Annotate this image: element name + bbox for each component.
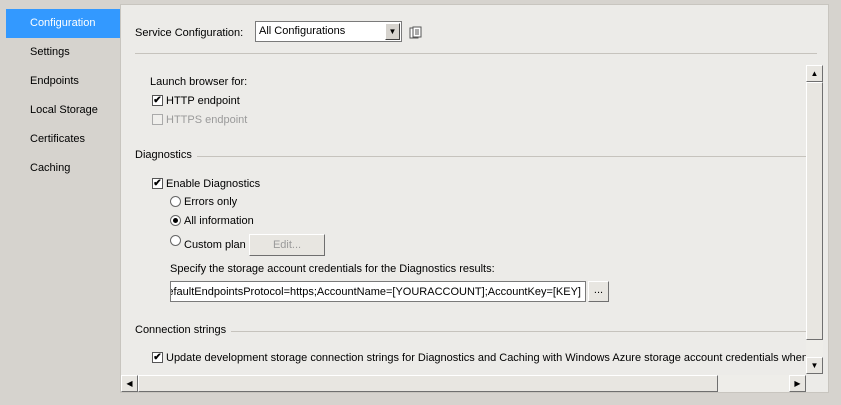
sidebar-item-endpoints[interactable]: Endpoints: [6, 67, 120, 96]
connection-strings-section-label: Connection strings: [135, 324, 227, 336]
service-configuration-select[interactable]: All Configurations ▼: [255, 21, 402, 42]
storage-credentials-field[interactable]: DefaultEndpointsProtocol=https;AccountNa…: [170, 281, 586, 302]
sidebar-item-caching[interactable]: Caching: [6, 154, 120, 183]
custom-plan-label: Custom plan: [184, 239, 246, 251]
enable-diagnostics-label: Enable Diagnostics: [166, 178, 261, 190]
launch-browser-label: Launch browser for:: [150, 76, 248, 88]
browse-credentials-button[interactable]: ...: [588, 281, 609, 302]
storage-credentials-value: DefaultEndpointsProtocol=https;AccountNa…: [170, 286, 581, 298]
diagnostics-section-label: Diagnostics: [135, 149, 192, 161]
connection-strings-divider: [231, 331, 807, 332]
sidebar-item-certificates[interactable]: Certificates: [6, 125, 120, 154]
update-connection-strings-checkbox[interactable]: ✔: [152, 352, 163, 363]
custom-plan-radio[interactable]: [170, 235, 181, 246]
vertical-scroll-thumb[interactable]: [806, 82, 823, 340]
service-configuration-value: All Configurations: [259, 25, 346, 37]
https-endpoint-label: HTTPS endpoint: [166, 114, 248, 126]
sidebar-item-configuration[interactable]: Configuration: [6, 9, 120, 38]
credentials-label: Specify the storage account credentials …: [170, 263, 495, 275]
enable-diagnostics-checkbox[interactable]: ✔: [152, 178, 163, 189]
horizontal-scroll-thumb[interactable]: [138, 375, 718, 392]
sidebar: Configuration Settings Endpoints Local S…: [0, 0, 120, 405]
http-endpoint-checkbox[interactable]: ✔: [152, 95, 163, 106]
http-endpoint-label: HTTP endpoint: [166, 95, 240, 107]
sidebar-item-local-storage[interactable]: Local Storage: [6, 96, 120, 125]
all-information-label: All information: [184, 215, 254, 227]
service-configuration-label: Service Configuration:: [135, 27, 244, 39]
edit-custom-plan-button[interactable]: Edit...: [249, 234, 325, 256]
scroll-up-icon[interactable]: ▲: [806, 65, 823, 82]
errors-only-label: Errors only: [184, 196, 238, 208]
https-endpoint-checkbox[interactable]: [152, 114, 163, 125]
scroll-down-icon[interactable]: ▼: [806, 357, 823, 374]
horizontal-scrollbar[interactable]: ◀ ▶: [121, 375, 806, 392]
scroll-right-icon[interactable]: ▶: [789, 375, 806, 392]
radio-selected-dot: [173, 218, 178, 223]
scroll-left-icon[interactable]: ◀: [121, 375, 138, 392]
errors-only-radio[interactable]: [170, 196, 181, 207]
all-information-radio[interactable]: [170, 215, 181, 226]
sidebar-item-settings[interactable]: Settings: [6, 38, 120, 67]
update-connection-strings-label: Update development storage connection st…: [166, 352, 806, 364]
vertical-scrollbar[interactable]: ▲ ▼: [806, 65, 823, 374]
configuration-panel: Service Configuration: All Configuration…: [120, 4, 829, 393]
diagnostics-divider: [197, 156, 807, 157]
manage-configurations-icon[interactable]: [409, 26, 423, 43]
chevron-down-icon[interactable]: ▼: [385, 23, 400, 40]
header-divider: [135, 53, 817, 54]
